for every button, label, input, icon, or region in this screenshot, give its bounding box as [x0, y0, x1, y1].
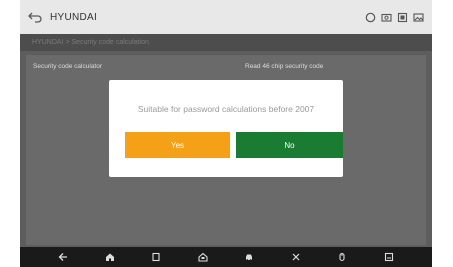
yes-button[interactable]: Yes	[125, 132, 230, 158]
vci-home-icon[interactable]	[198, 252, 208, 262]
cursor-icon[interactable]	[337, 252, 347, 262]
title-bar: HYUNDAI	[20, 0, 432, 34]
tablet-screen: HYUNDAI HYUNDAI > Security code calculat…	[20, 0, 432, 267]
tools-icon[interactable]	[291, 252, 301, 262]
circle-icon[interactable]	[365, 10, 376, 23]
breadcrumb: HYUNDAI > Security code calculation	[20, 34, 432, 51]
read-chip-security-code-item[interactable]: Read 46 chip security code	[245, 63, 323, 70]
back-icon[interactable]	[58, 252, 68, 262]
dialog-message: Suitable for password calculations befor…	[137, 104, 315, 114]
security-code-calculator-item[interactable]: Security code calculator	[33, 63, 102, 70]
camera-icon[interactable]	[381, 10, 392, 22]
home-icon[interactable]	[105, 252, 115, 262]
top-icon-group	[365, 10, 424, 23]
car-icon[interactable]	[244, 252, 254, 262]
brand-title: HYUNDAI	[50, 11, 98, 23]
recent-apps-icon[interactable]	[151, 252, 161, 262]
gallery-icon[interactable]	[413, 10, 424, 22]
confirm-dialog: Suitable for password calculations befor…	[109, 80, 343, 177]
no-button[interactable]: No	[236, 132, 343, 158]
bottom-nav-bar	[20, 247, 432, 267]
screenshot-icon[interactable]	[384, 252, 394, 262]
screenshot-icon[interactable]	[397, 10, 408, 23]
back-arrow-icon[interactable]	[28, 10, 42, 24]
